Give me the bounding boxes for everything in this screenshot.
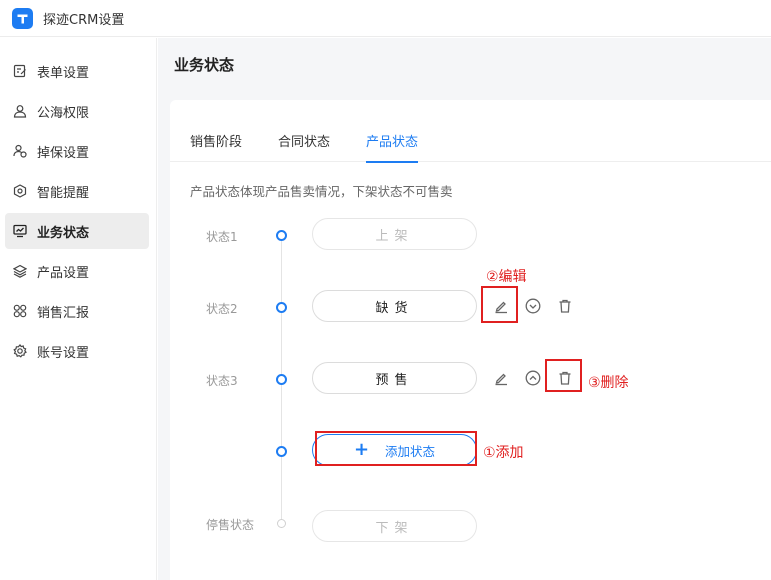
tab-bar: 销售阶段 合同状态 产品状态 (170, 100, 771, 163)
edit-highlight-box (481, 286, 518, 323)
description-text: 产品状态体现产品售卖情况，下架状态不可售卖 (190, 184, 453, 199)
sidebar-item-public-sea-permission[interactable]: 公海权限 (5, 93, 149, 129)
timeline-dot (276, 230, 287, 241)
app-title: 探迹CRM设置 (43, 13, 125, 28)
move-down-icon[interactable] (524, 297, 542, 315)
sidebar-item-label: 表单设置 (37, 66, 90, 81)
status-pill-presale[interactable]: 预售 (312, 362, 477, 394)
gear-icon (13, 344, 27, 358)
add-annotation: ①添加 (483, 445, 524, 461)
sidebar-item-label: 掉保设置 (37, 146, 90, 161)
sidebar-item-account-settings[interactable]: 账号设置 (5, 333, 149, 369)
main-content: 业务状态 销售阶段 合同状态 产品状态 产品状态体现产品售卖情况，下架状态不可售… (158, 38, 771, 580)
sidebar-item-label: 账号设置 (37, 346, 90, 361)
sidebar-item-product-settings[interactable]: 产品设置 (5, 253, 149, 289)
sidebar-item-label: 产品设置 (37, 266, 90, 281)
delete-icon[interactable] (556, 297, 574, 315)
sidebar-item-label: 智能提醒 (37, 186, 90, 201)
status-pill-listed: 上架 (312, 218, 477, 250)
tab-label: 合同状态 (278, 135, 331, 150)
status-value: 上架 (375, 228, 414, 244)
tab-product-status[interactable]: 产品状态 (366, 131, 419, 163)
app-logo-icon (12, 8, 33, 29)
status-value: 预售 (375, 372, 414, 388)
layers-icon (13, 264, 27, 278)
edit-icon[interactable] (492, 369, 510, 387)
monitor-chart-icon (13, 224, 27, 238)
status-value: 下架 (375, 520, 414, 536)
user-icon (13, 104, 27, 118)
page-title: 业务状态 (174, 56, 235, 74)
status-value: 缺货 (375, 300, 414, 316)
tab-label: 销售阶段 (190, 135, 243, 150)
smart-reminder-icon (13, 184, 27, 198)
status-label: 状态1 (206, 230, 238, 244)
add-highlight-box (315, 431, 477, 466)
status-pill-out-of-stock[interactable]: 缺货 (312, 290, 477, 322)
title-bar: 探迹CRM设置 (0, 0, 771, 37)
grid-icon (13, 304, 27, 318)
edit-annotation: ②编辑 (486, 269, 527, 285)
timeline-dot (276, 446, 287, 457)
sidebar-item-smart-reminder[interactable]: 智能提醒 (5, 173, 149, 209)
delete-annotation: ③删除 (588, 375, 629, 391)
sidebar-item-sales-report[interactable]: 销售汇报 (5, 293, 149, 329)
final-status-label: 停售状态 (206, 518, 255, 532)
timeline-dot (277, 519, 286, 528)
sidebar-item-label: 业务状态 (37, 226, 90, 241)
tab-active-indicator (366, 161, 419, 163)
delete-highlight-box (545, 359, 582, 392)
tab-contract-status[interactable]: 合同状态 (278, 131, 330, 162)
sidebar: 表单设置 公海权限 掉保设置 智能提醒 业务状态 产品设置 销售汇报 账号设置 (0, 38, 157, 580)
sidebar-item-label: 销售汇报 (37, 306, 90, 321)
timeline-dot (276, 302, 287, 313)
sidebar-item-drop-settings[interactable]: 掉保设置 (5, 133, 149, 169)
user-refresh-icon (13, 144, 27, 158)
sidebar-item-label: 公海权限 (37, 106, 90, 121)
status-card: 销售阶段 合同状态 产品状态 产品状态体现产品售卖情况，下架状态不可售卖 状态1… (170, 100, 771, 580)
tab-label: 产品状态 (366, 135, 419, 150)
tab-sales-stage[interactable]: 销售阶段 (190, 131, 242, 162)
status-label: 状态2 (206, 302, 238, 316)
form-edit-icon (13, 64, 27, 78)
sidebar-item-business-status[interactable]: 业务状态 (5, 213, 149, 249)
sidebar-item-form-settings[interactable]: 表单设置 (5, 53, 149, 89)
move-up-icon[interactable] (524, 369, 542, 387)
timeline-dot (276, 374, 287, 385)
status-label: 状态3 (206, 374, 238, 388)
status-pill-delisted: 下架 (312, 510, 477, 542)
